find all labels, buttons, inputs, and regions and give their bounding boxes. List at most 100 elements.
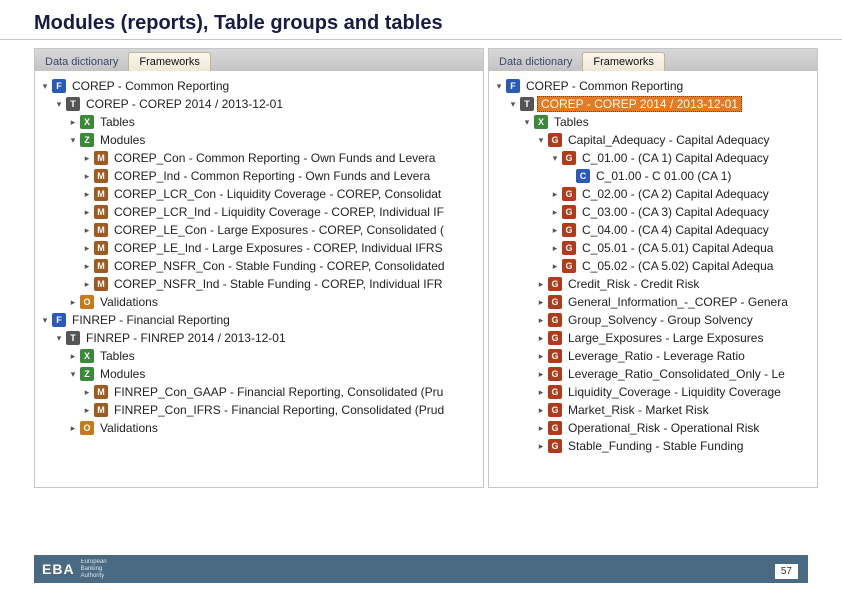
- tree-label[interactable]: Leverage_Ratio - Leverage Ratio: [565, 349, 748, 363]
- tree-label[interactable]: COREP_LE_Con - Large Exposures - COREP, …: [111, 223, 447, 237]
- tree-label[interactable]: COREP - Common Reporting: [523, 79, 686, 93]
- expander-closed-icon[interactable]: ▸: [81, 404, 93, 416]
- tree-node[interactable]: ▸GC_02.00 - (CA 2) Capital Adequacy: [493, 185, 815, 203]
- tree-label[interactable]: C_01.00 - (CA 1) Capital Adequacy: [579, 151, 772, 165]
- expander-closed-icon[interactable]: ▸: [81, 206, 93, 218]
- tree-node[interactable]: ▸OValidations: [39, 419, 481, 437]
- expander-closed-icon[interactable]: ▸: [549, 206, 561, 218]
- expander-closed-icon[interactable]: ▸: [535, 422, 547, 434]
- tab-data-dictionary-right[interactable]: Data dictionary: [489, 53, 582, 71]
- expander-open-icon[interactable]: ▾: [39, 314, 51, 326]
- tree-label[interactable]: Liquidity_Coverage - Liquidity Coverage: [565, 385, 784, 399]
- tree-node[interactable]: ▸MFINREP_Con_IFRS - Financial Reporting,…: [39, 401, 481, 419]
- expander-closed-icon[interactable]: ▸: [535, 440, 547, 452]
- expander-open-icon[interactable]: ▾: [535, 134, 547, 146]
- expander-closed-icon[interactable]: ▸: [549, 260, 561, 272]
- tree-label[interactable]: C_02.00 - (CA 2) Capital Adequacy: [579, 187, 772, 201]
- expander-closed-icon[interactable]: ▸: [81, 260, 93, 272]
- expander-closed-icon[interactable]: ▸: [81, 242, 93, 254]
- tree-label[interactable]: COREP_Ind - Common Reporting - Own Funds…: [111, 169, 433, 183]
- expander-open-icon[interactable]: ▾: [39, 80, 51, 92]
- expander-closed-icon[interactable]: ▸: [67, 422, 79, 434]
- tree-label[interactable]: COREP_NSFR_Con - Stable Funding - COREP,…: [111, 259, 448, 273]
- expander-closed-icon[interactable]: ▸: [81, 224, 93, 236]
- tree-node[interactable]: ▾TCOREP - COREP 2014 / 2013-12-01: [39, 95, 481, 113]
- tab-data-dictionary[interactable]: Data dictionary: [35, 53, 128, 71]
- tree-node[interactable]: ▸GStable_Funding - Stable Funding: [493, 437, 815, 455]
- tree-node[interactable]: ▸GMarket_Risk - Market Risk: [493, 401, 815, 419]
- tree-label[interactable]: COREP_LE_Ind - Large Exposures - COREP, …: [111, 241, 446, 255]
- tree-label[interactable]: Leverage_Ratio_Consolidated_Only - Le: [565, 367, 788, 381]
- tree-node[interactable]: ▸MCOREP_LE_Con - Large Exposures - COREP…: [39, 221, 481, 239]
- tree-label[interactable]: COREP_Con - Common Reporting - Own Funds…: [111, 151, 438, 165]
- expander-open-icon[interactable]: ▾: [67, 368, 79, 380]
- tree-label[interactable]: Tables: [551, 115, 592, 129]
- tree-node[interactable]: ▾FCOREP - Common Reporting: [39, 77, 481, 95]
- tree-node[interactable]: ▾GCapital_Adequacy - Capital Adequacy: [493, 131, 815, 149]
- tree-label[interactable]: Validations: [97, 421, 161, 435]
- tree-node[interactable]: ▾TCOREP - COREP 2014 / 2013-12-01: [493, 95, 815, 113]
- tree-node[interactable]: ▸XTables: [39, 113, 481, 131]
- tree-label[interactable]: Large_Exposures - Large Exposures: [565, 331, 766, 345]
- tree-node[interactable]: ▸MCOREP_Con - Common Reporting - Own Fun…: [39, 149, 481, 167]
- tree-node[interactable]: ▸GLeverage_Ratio_Consolidated_Only - Le: [493, 365, 815, 383]
- expander-closed-icon[interactable]: ▸: [535, 386, 547, 398]
- right-tree[interactable]: ▾FCOREP - Common Reporting▾TCOREP - CORE…: [489, 71, 817, 457]
- tree-node[interactable]: ▾FFINREP - Financial Reporting: [39, 311, 481, 329]
- tab-frameworks-right[interactable]: Frameworks: [582, 52, 665, 71]
- tree-label[interactable]: Credit_Risk - Credit Risk: [565, 277, 702, 291]
- left-tree[interactable]: ▾FCOREP - Common Reporting▾TCOREP - CORE…: [35, 71, 483, 439]
- tree-node[interactable]: ▸XTables: [39, 347, 481, 365]
- tree-label[interactable]: COREP_LCR_Ind - Liquidity Coverage - COR…: [111, 205, 447, 219]
- expander-closed-icon[interactable]: ▸: [549, 224, 561, 236]
- expander-open-icon[interactable]: ▾: [507, 98, 519, 110]
- tree-label[interactable]: Operational_Risk - Operational Risk: [565, 421, 762, 435]
- expander-closed-icon[interactable]: ▸: [535, 314, 547, 326]
- tree-label[interactable]: Group_Solvency - Group Solvency: [565, 313, 756, 327]
- tree-node[interactable]: ▾XTables: [493, 113, 815, 131]
- tree-node[interactable]: ▸GLiquidity_Coverage - Liquidity Coverag…: [493, 383, 815, 401]
- tree-label[interactable]: Tables: [97, 115, 138, 129]
- tree-label[interactable]: Modules: [97, 133, 148, 147]
- tree-node[interactable]: ▸MCOREP_NSFR_Con - Stable Funding - CORE…: [39, 257, 481, 275]
- tree-node[interactable]: ▸MCOREP_LE_Ind - Large Exposures - COREP…: [39, 239, 481, 257]
- expander-closed-icon[interactable]: ▸: [549, 242, 561, 254]
- expander-closed-icon[interactable]: ▸: [535, 350, 547, 362]
- tree-node[interactable]: ▸GC_04.00 - (CA 4) Capital Adequacy: [493, 221, 815, 239]
- tree-label[interactable]: FINREP - Financial Reporting: [69, 313, 233, 327]
- tree-node[interactable]: ▾FCOREP - Common Reporting: [493, 77, 815, 95]
- tree-label[interactable]: C_01.00 - C 01.00 (CA 1): [593, 169, 734, 183]
- tree-node[interactable]: ▾GC_01.00 - (CA 1) Capital Adequacy: [493, 149, 815, 167]
- tree-label[interactable]: FINREP_Con_IFRS - Financial Reporting, C…: [111, 403, 447, 417]
- tree-node[interactable]: ▸GCredit_Risk - Credit Risk: [493, 275, 815, 293]
- expander-closed-icon[interactable]: ▸: [535, 296, 547, 308]
- tree-label[interactable]: COREP_LCR_Con - Liquidity Coverage - COR…: [111, 187, 444, 201]
- tree-node[interactable]: ▸MCOREP_LCR_Ind - Liquidity Coverage - C…: [39, 203, 481, 221]
- expander-closed-icon[interactable]: ▸: [81, 152, 93, 164]
- tree-label[interactable]: COREP - Common Reporting: [69, 79, 232, 93]
- expander-closed-icon[interactable]: ▸: [67, 296, 79, 308]
- expander-open-icon[interactable]: ▾: [53, 98, 65, 110]
- tree-label[interactable]: C_04.00 - (CA 4) Capital Adequacy: [579, 223, 772, 237]
- expander-open-icon[interactable]: ▾: [67, 134, 79, 146]
- tree-node[interactable]: ▾ZModules: [39, 365, 481, 383]
- expander-closed-icon[interactable]: ▸: [81, 170, 93, 182]
- expander-open-icon[interactable]: ▾: [53, 332, 65, 344]
- tree-label[interactable]: C_05.01 - (CA 5.01) Capital Adequa: [579, 241, 776, 255]
- tree-label[interactable]: FINREP_Con_GAAP - Financial Reporting, C…: [111, 385, 446, 399]
- tree-label[interactable]: COREP - COREP 2014 / 2013-12-01: [537, 96, 742, 112]
- expander-closed-icon[interactable]: ▸: [535, 278, 547, 290]
- expander-open-icon[interactable]: ▾: [493, 80, 505, 92]
- tree-node[interactable]: ▸GGeneral_Information_-_COREP - Genera: [493, 293, 815, 311]
- tree-node[interactable]: ▸MCOREP_LCR_Con - Liquidity Coverage - C…: [39, 185, 481, 203]
- tree-label[interactable]: General_Information_-_COREP - Genera: [565, 295, 791, 309]
- expander-closed-icon[interactable]: ▸: [535, 404, 547, 416]
- tree-label[interactable]: Market_Risk - Market Risk: [565, 403, 712, 417]
- tree-node[interactable]: ▸GLeverage_Ratio - Leverage Ratio: [493, 347, 815, 365]
- tree-node[interactable]: ▸MFINREP_Con_GAAP - Financial Reporting,…: [39, 383, 481, 401]
- expander-closed-icon[interactable]: ▸: [81, 386, 93, 398]
- tree-label[interactable]: COREP_NSFR_Ind - Stable Funding - COREP,…: [111, 277, 446, 291]
- tree-label[interactable]: Validations: [97, 295, 161, 309]
- tree-node[interactable]: ▸GC_05.01 - (CA 5.01) Capital Adequa: [493, 239, 815, 257]
- expander-closed-icon[interactable]: ▸: [67, 116, 79, 128]
